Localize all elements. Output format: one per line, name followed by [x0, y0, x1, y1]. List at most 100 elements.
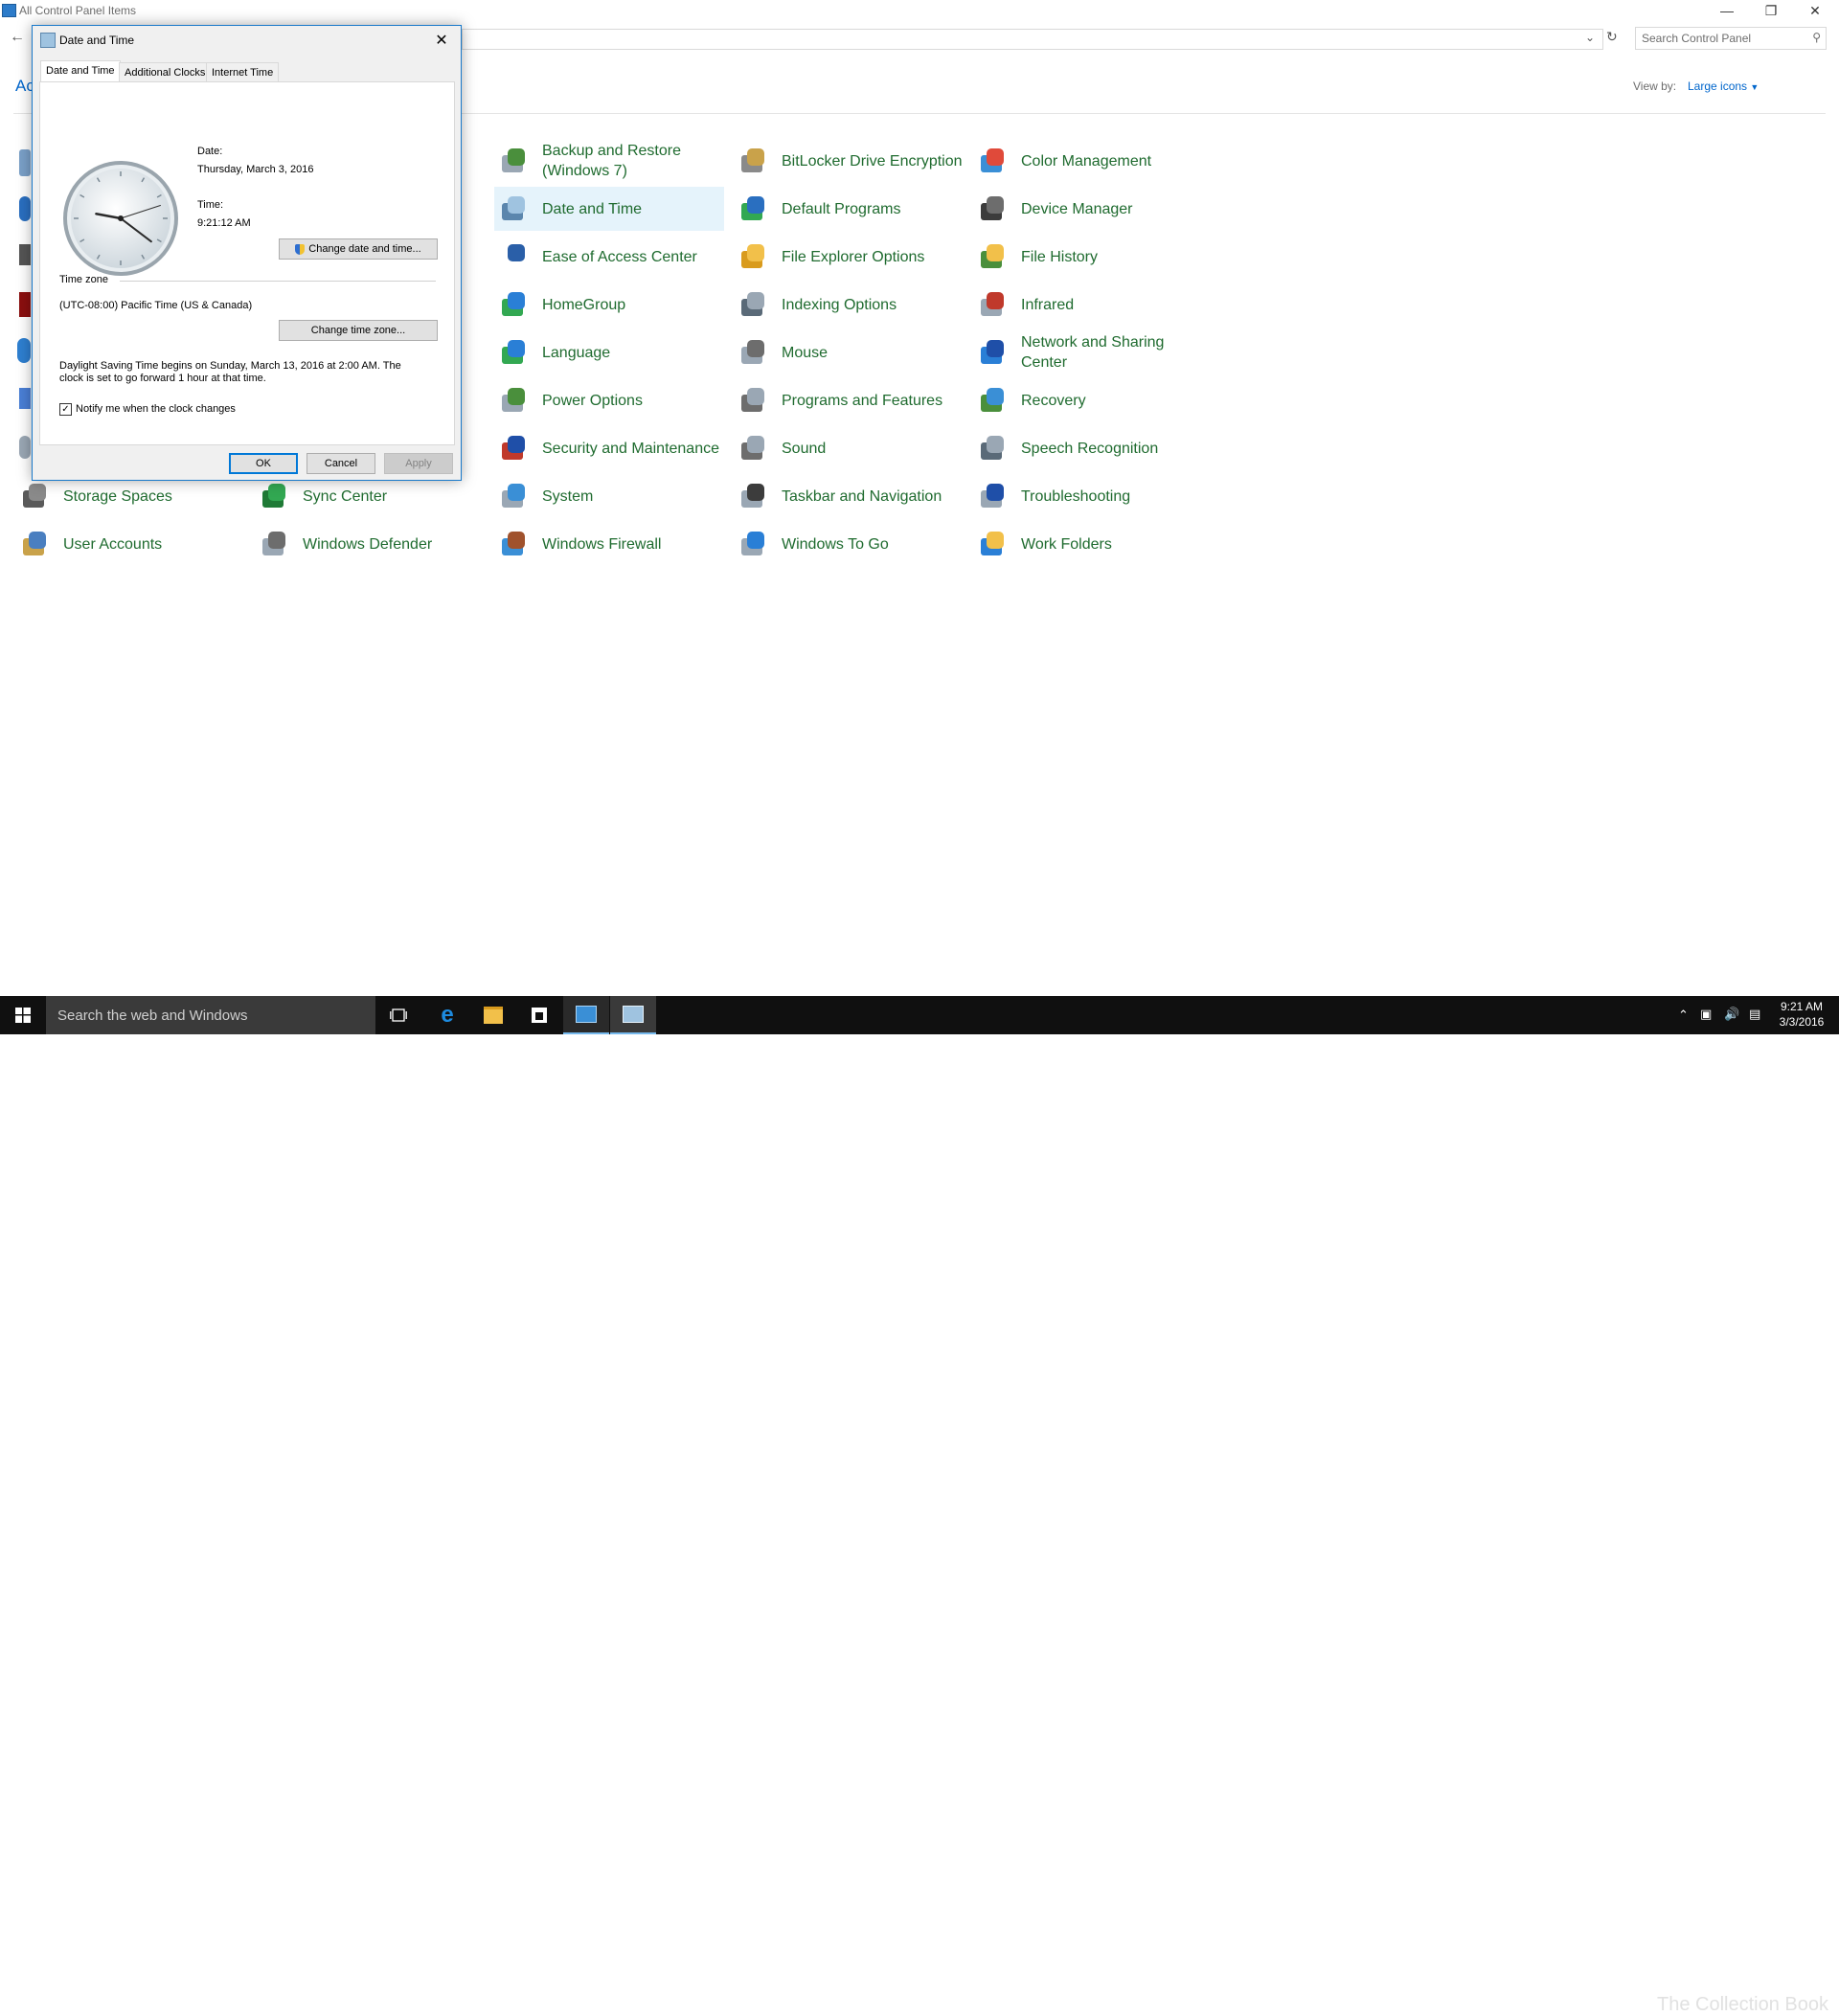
- control-panel-taskbar-icon[interactable]: [563, 996, 609, 1034]
- cp-item-file-history[interactable]: File History: [973, 235, 1203, 279]
- tab-date-and-time[interactable]: Date and Time: [40, 60, 121, 83]
- dialog-close-icon[interactable]: ✕: [427, 28, 456, 53]
- cp-item-ease-of-access[interactable]: Ease of Access Center: [494, 235, 724, 279]
- cancel-button[interactable]: Cancel: [306, 453, 375, 474]
- volume-icon[interactable]: 🔊: [1724, 1007, 1739, 1022]
- cp-item-windows-to-go[interactable]: Windows To Go: [734, 522, 964, 566]
- taskbar-navigation-icon: [738, 481, 768, 511]
- taskbar-clock-date[interactable]: 3/3/2016: [1770, 1015, 1833, 1029]
- timezone-header: Time zone: [59, 274, 108, 285]
- cp-item-infrared[interactable]: Infrared: [973, 283, 1203, 327]
- cp-item-windows-defender[interactable]: Windows Defender: [255, 522, 485, 566]
- cp-item-device-manager[interactable]: Device Manager: [973, 187, 1203, 231]
- taskbar-search-box[interactable]: Search the web and Windows: [46, 996, 375, 1034]
- cp-item-security-maintenance[interactable]: Security and Maintenance: [494, 426, 724, 470]
- task-view-icon[interactable]: [375, 996, 421, 1034]
- cp-item-taskbar-navigation[interactable]: Taskbar and Navigation: [734, 474, 964, 518]
- cp-item-label: Windows To Go: [782, 535, 889, 553]
- cp-item-label: Infrared: [1021, 296, 1075, 313]
- ok-button[interactable]: OK: [229, 453, 298, 474]
- cp-item-file-explorer-options[interactable]: File Explorer Options: [734, 235, 964, 279]
- refresh-icon[interactable]: ↻: [1606, 29, 1618, 45]
- file-explorer-icon[interactable]: [470, 996, 516, 1034]
- network-icon[interactable]: ▣: [1700, 1007, 1712, 1022]
- default-programs-icon: [738, 193, 768, 224]
- cp-item-windows-firewall[interactable]: Windows Firewall: [494, 522, 724, 566]
- chevron-down-icon[interactable]: ⌄: [1585, 31, 1595, 44]
- tab-internet-time[interactable]: Internet Time: [206, 62, 280, 83]
- cp-item-user-accounts[interactable]: User Accounts: [15, 522, 245, 566]
- change-timezone-button[interactable]: Change time zone...: [279, 320, 438, 341]
- ease-of-access-icon: [498, 241, 529, 272]
- cp-item-default-programs[interactable]: Default Programs: [734, 187, 964, 231]
- cp-item-sound[interactable]: Sound: [734, 426, 964, 470]
- cp-item-network-sharing[interactable]: Network and Sharing Center: [973, 330, 1203, 374]
- date-time-icon: [40, 33, 56, 48]
- notify-checkbox[interactable]: ✓: [59, 403, 72, 416]
- apply-button[interactable]: Apply: [384, 453, 453, 474]
- cp-item-color-management[interactable]: Color Management: [973, 139, 1203, 183]
- store-icon[interactable]: [516, 996, 562, 1034]
- cp-item-bitlocker[interactable]: BitLocker Drive Encryption: [734, 139, 964, 183]
- cp-item-label: Device Manager: [1021, 200, 1133, 217]
- cp-item-label: Windows Firewall: [542, 535, 662, 553]
- view-by-dropdown[interactable]: Large icons ▼: [1688, 79, 1759, 93]
- cp-item-label: Ease of Access Center: [542, 248, 697, 265]
- cp-item-label: Sound: [782, 440, 827, 457]
- cp-item-indexing-options[interactable]: Indexing Options: [734, 283, 964, 327]
- homegroup-icon: [498, 289, 529, 320]
- cp-item-date-time[interactable]: Date and Time: [494, 187, 724, 231]
- search-input[interactable]: Search Control Panel ⚲: [1635, 27, 1827, 50]
- cp-item-troubleshooting[interactable]: Troubleshooting: [973, 474, 1203, 518]
- time-label: Time:: [197, 199, 224, 211]
- cp-item-homegroup[interactable]: HomeGroup: [494, 283, 724, 327]
- programs-features-icon: [738, 385, 768, 416]
- window-title: All Control Panel Items: [19, 4, 137, 17]
- partial-icon: [19, 244, 31, 265]
- search-placeholder: Search Control Panel: [1642, 32, 1752, 45]
- taskbar-clock-time[interactable]: 9:21 AM: [1770, 1000, 1833, 1013]
- chevron-up-icon[interactable]: ⌃: [1678, 1008, 1689, 1023]
- change-date-time-button[interactable]: Change date and time...: [279, 238, 438, 260]
- cp-item-label: Troubleshooting: [1021, 487, 1131, 505]
- partial-icon: [17, 338, 31, 363]
- cp-item-label: Work Folders: [1021, 535, 1112, 553]
- cp-item-power-options[interactable]: Power Options: [494, 378, 724, 422]
- partial-icon: [19, 196, 31, 221]
- view-by-label: View by:: [1633, 79, 1677, 93]
- minimize-button[interactable]: —: [1705, 0, 1749, 21]
- cp-item-label: File History: [1021, 248, 1099, 265]
- cp-item-mouse[interactable]: Mouse: [734, 330, 964, 374]
- cp-item-language[interactable]: Language: [494, 330, 724, 374]
- date-time-icon: [498, 193, 529, 224]
- date-time-taskbar-icon[interactable]: [610, 996, 656, 1034]
- partial-icon: [19, 149, 31, 176]
- cp-item-speech-recognition[interactable]: Speech Recognition: [973, 426, 1203, 470]
- restore-button[interactable]: ❐: [1749, 0, 1793, 21]
- notify-label: Notify me when the clock changes: [76, 403, 236, 415]
- tab-additional-clocks[interactable]: Additional Clocks: [119, 62, 212, 83]
- color-management-icon: [977, 146, 1008, 176]
- power-options-icon: [498, 385, 529, 416]
- cp-item-backup-restore[interactable]: Backup and Restore (Windows 7): [494, 139, 724, 183]
- file-explorer-options-icon: [738, 241, 768, 272]
- partial-icon: [19, 292, 31, 317]
- windows-defender-icon: [259, 529, 289, 559]
- action-center-icon[interactable]: ▤: [1749, 1007, 1760, 1022]
- address-bar[interactable]: [462, 29, 1603, 50]
- back-arrow-icon[interactable]: ←: [10, 29, 25, 46]
- cp-item-label: HomeGroup: [542, 296, 626, 313]
- close-button[interactable]: ✕: [1793, 0, 1837, 21]
- cp-item-system[interactable]: System: [494, 474, 724, 518]
- edge-browser-icon[interactable]: e: [424, 996, 470, 1034]
- cp-item-programs-features[interactable]: Programs and Features: [734, 378, 964, 422]
- cp-item-work-folders[interactable]: Work Folders: [973, 522, 1203, 566]
- cp-item-recovery[interactable]: Recovery: [973, 378, 1203, 422]
- work-folders-icon: [977, 529, 1008, 559]
- windows-firewall-icon: [498, 529, 529, 559]
- start-windows-icon[interactable]: [0, 996, 46, 1034]
- partial-icon: [19, 436, 31, 459]
- cp-item-label: Default Programs: [782, 200, 901, 217]
- device-manager-icon: [977, 193, 1008, 224]
- system-icon: [498, 481, 529, 511]
